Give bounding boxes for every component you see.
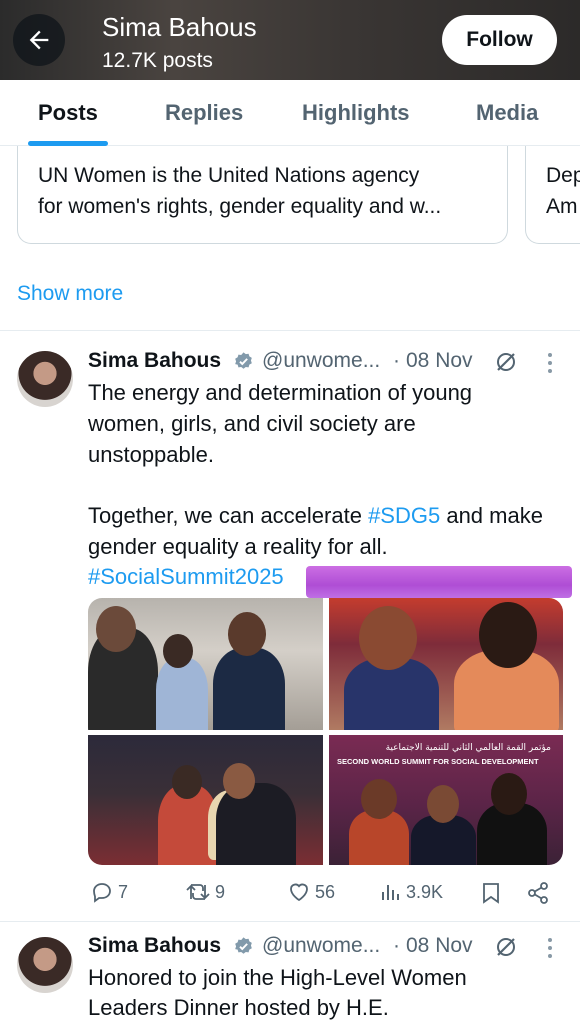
tweet-text-line: Honored to join the High-Level Women bbox=[88, 965, 467, 990]
tweet-text-line: women, girls, and civil society are bbox=[88, 411, 416, 436]
profile-header: Sima Bahous 12.7K posts Follow bbox=[0, 0, 580, 80]
show-more-link[interactable]: Show more bbox=[17, 282, 123, 306]
tweet-text-segment: and make bbox=[440, 503, 543, 528]
profile-tabs: Posts Replies Highlights Media bbox=[0, 80, 580, 146]
tweet-author-name[interactable]: Sima Bahous bbox=[88, 934, 221, 958]
tab-highlights[interactable]: Highlights bbox=[302, 100, 410, 126]
tweet-text-line: gender equality a reality for all. bbox=[88, 534, 388, 559]
repost-icon bbox=[186, 884, 210, 900]
more-icon[interactable] bbox=[544, 937, 556, 959]
tweet-dot-separator: · bbox=[393, 934, 400, 957]
header-title: Sima Bahous bbox=[102, 12, 257, 42]
tweet-handle[interactable]: @unwome... bbox=[262, 934, 380, 958]
divider bbox=[0, 330, 580, 331]
reply-icon bbox=[93, 883, 111, 903]
avatar[interactable] bbox=[17, 937, 73, 993]
repost-count: 9 bbox=[215, 881, 226, 902]
tweet-photo[interactable] bbox=[88, 735, 323, 865]
bio-card-line: Dep bbox=[546, 164, 580, 187]
tab-posts[interactable]: Posts bbox=[38, 100, 98, 126]
bio-card-line: for women's rights, gender equality and … bbox=[38, 195, 442, 218]
tweet-photo[interactable] bbox=[88, 598, 323, 730]
reply-button[interactable]: 7 bbox=[90, 880, 128, 904]
bookmark-icon[interactable] bbox=[480, 881, 502, 905]
views-button[interactable]: 3.9K bbox=[380, 880, 443, 904]
verified-icon bbox=[235, 937, 252, 954]
view-count: 3.9K bbox=[406, 881, 444, 902]
divider bbox=[0, 921, 580, 922]
bio-card[interactable]: Dep Am bbox=[525, 146, 580, 244]
tweet-text-line: unstoppable. bbox=[88, 442, 214, 467]
like-count: 56 bbox=[315, 881, 336, 902]
more-icon[interactable] bbox=[544, 352, 556, 374]
tab-media[interactable]: Media bbox=[476, 100, 538, 126]
tweet-text-segment: Together, we can accelerate bbox=[88, 503, 369, 528]
tweet-date[interactable]: 08 Nov bbox=[406, 934, 473, 958]
grok-icon[interactable] bbox=[494, 350, 518, 374]
grok-icon[interactable] bbox=[494, 935, 518, 959]
back-button[interactable] bbox=[13, 14, 65, 66]
bio-card-line: UN Women is the United Nations agency bbox=[38, 164, 420, 187]
summit-banner-english: SECOND WORLD SUMMIT FOR SOCIAL DEVELOPME… bbox=[337, 757, 539, 766]
bio-card-line: Am bbox=[546, 195, 578, 218]
tweet-photo[interactable]: مؤتمر القمة العالمي الثاني للتنمية الاجت… bbox=[329, 735, 563, 865]
tweet-handle[interactable]: @unwome... bbox=[262, 349, 380, 373]
reply-count: 7 bbox=[118, 881, 129, 902]
share-icon[interactable] bbox=[526, 881, 550, 905]
back-arrow-icon bbox=[29, 30, 49, 50]
summit-banner-arabic: مؤتمر القمة العالمي الثاني للتنمية الاجت… bbox=[385, 743, 551, 753]
tweet-text-line: The energy and determination of young bbox=[88, 380, 473, 405]
hashtag-socialsummit2025[interactable]: #SocialSummit2025 bbox=[88, 561, 284, 592]
tweet-text-line: Together, we can accelerate #SDG5 and ma… bbox=[88, 500, 543, 531]
redaction-mark bbox=[306, 566, 572, 598]
hashtag-sdg5[interactable]: #SDG5 bbox=[368, 503, 440, 528]
bio-card[interactable]: UN Women is the United Nations agency fo… bbox=[17, 146, 508, 244]
tweet-text-line: Leaders Dinner hosted by H.E. bbox=[88, 995, 389, 1020]
tweet-dot-separator: · bbox=[393, 349, 400, 372]
like-icon bbox=[290, 883, 308, 902]
tweet-author-name[interactable]: Sima Bahous bbox=[88, 349, 221, 373]
like-button[interactable]: 56 bbox=[287, 880, 335, 904]
header-post-count: 12.7K posts bbox=[102, 49, 213, 72]
views-icon bbox=[382, 885, 399, 900]
repost-button[interactable]: 9 bbox=[185, 880, 225, 904]
verified-icon bbox=[235, 352, 252, 369]
tweet-date[interactable]: 08 Nov bbox=[406, 349, 473, 373]
tweet-photo[interactable] bbox=[329, 598, 563, 730]
avatar[interactable] bbox=[17, 351, 73, 407]
follow-button[interactable]: Follow bbox=[442, 15, 557, 65]
tab-replies[interactable]: Replies bbox=[165, 100, 243, 126]
